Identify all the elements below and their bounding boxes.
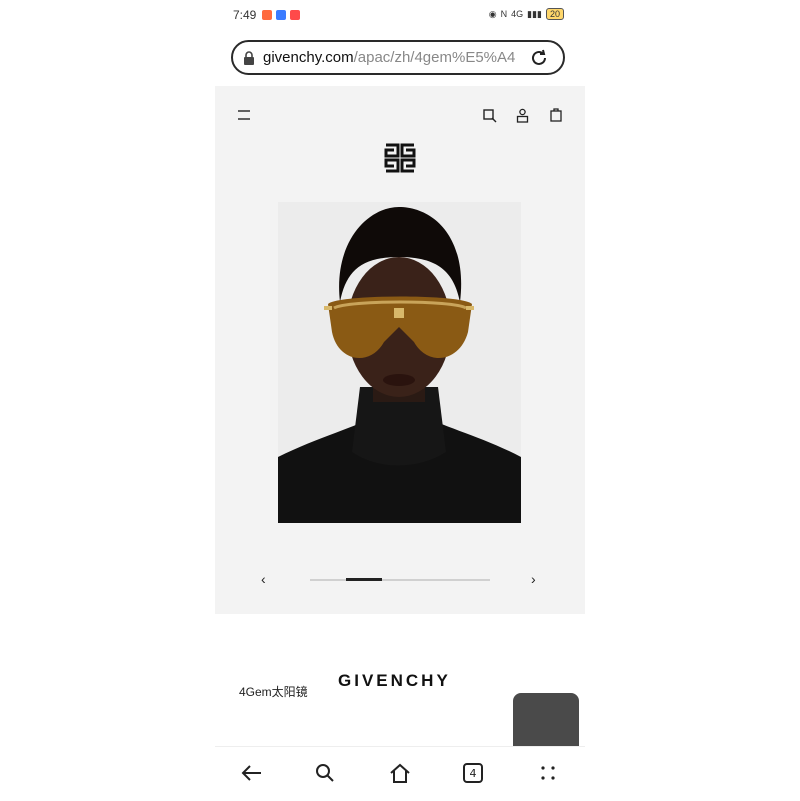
network-label: 4G bbox=[511, 9, 524, 19]
home-button[interactable] bbox=[387, 760, 413, 786]
lock-icon bbox=[244, 50, 254, 65]
url-path: /apac/zh/4gem%E5%A4 bbox=[353, 49, 516, 66]
brand-wordmark: GIVENCHY bbox=[338, 671, 451, 690]
notification-app-icon bbox=[290, 10, 300, 20]
carousel-progress-track bbox=[310, 579, 490, 581]
carousel-progress-thumb bbox=[346, 578, 382, 581]
account-icon[interactable] bbox=[516, 108, 529, 123]
givenchy-4g-logo[interactable] bbox=[383, 141, 417, 175]
menu-icon[interactable] bbox=[237, 109, 251, 121]
signal-icon: ▮▮▮ bbox=[527, 8, 542, 19]
nfc-icon: N bbox=[500, 9, 508, 19]
url-host: givenchy.com bbox=[263, 49, 354, 66]
tabs-button[interactable]: 4 bbox=[460, 760, 486, 786]
search-button[interactable] bbox=[312, 760, 338, 786]
product-image[interactable] bbox=[278, 202, 521, 523]
status-indicators: ◉ N 4G ▮▮▮ 20 bbox=[489, 8, 564, 20]
product-name: 4Gem太阳镜 bbox=[239, 685, 308, 699]
battery-icon: 20 bbox=[545, 8, 564, 20]
search-icon bbox=[316, 764, 334, 782]
home-icon bbox=[390, 763, 410, 783]
reload-icon[interactable] bbox=[529, 48, 549, 68]
model-illustration bbox=[278, 202, 521, 523]
notification-app-icon bbox=[262, 10, 272, 20]
carousel-next-button[interactable]: › bbox=[531, 571, 536, 587]
search-icon[interactable] bbox=[483, 109, 497, 123]
tab-count-icon: 4 bbox=[463, 763, 483, 783]
shopping-bag-icon[interactable] bbox=[550, 107, 562, 122]
more-menu-button[interactable] bbox=[535, 760, 561, 786]
carousel-prev-button[interactable]: ‹ bbox=[261, 571, 266, 587]
back-button[interactable] bbox=[239, 760, 265, 786]
eye-icon: ◉ bbox=[488, 8, 497, 19]
back-arrow-icon bbox=[241, 765, 261, 781]
more-dots-icon bbox=[541, 766, 555, 780]
address-bar[interactable]: givenchy.com/apac/zh/4gem%E5%A4 bbox=[231, 40, 565, 75]
status-time: 7:49 bbox=[233, 8, 257, 22]
url-text[interactable]: givenchy.com/apac/zh/4gem%E5%A4 bbox=[263, 49, 521, 66]
notification-app-icon bbox=[276, 10, 286, 20]
